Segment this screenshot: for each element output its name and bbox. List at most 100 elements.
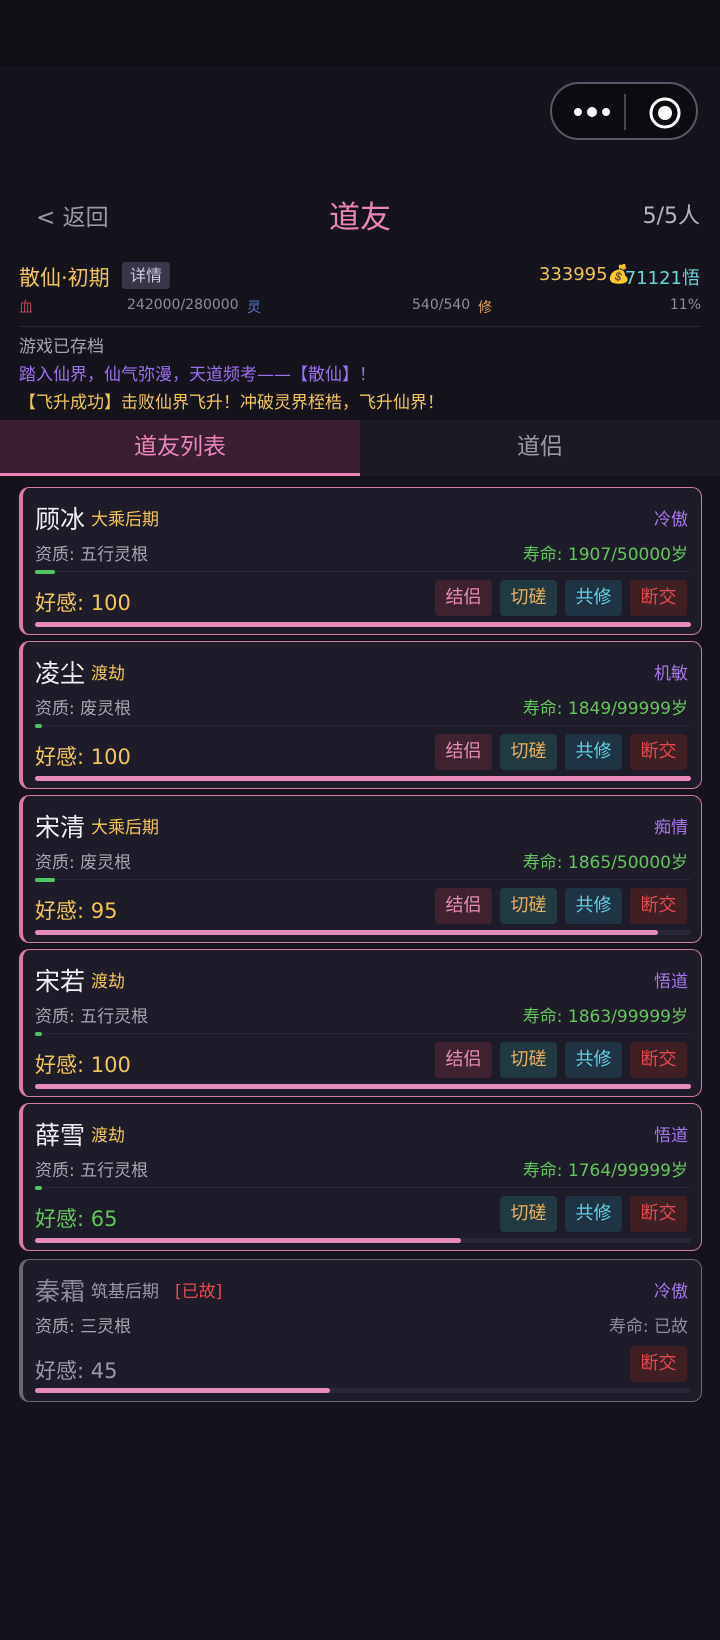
insight-points: 71121悟 [624, 268, 700, 289]
friend-hp-bar [35, 1032, 42, 1036]
friend-card: 凌尘 渡劫 机敏 资质: 废灵根 寿命: 1849/99999岁 好感: 100… [19, 641, 702, 789]
affection-bar [35, 622, 691, 627]
tab-friend-list[interactable]: 道友列表 [0, 420, 360, 476]
marry-button[interactable]: 结侣 [435, 1042, 492, 1078]
divider [35, 725, 691, 726]
marry-button[interactable]: 结侣 [435, 734, 492, 770]
spar-button[interactable]: 切磋 [500, 888, 557, 924]
friend-affection: 好感: 45 [35, 1359, 118, 1383]
friend-realm: 渡劫 [91, 664, 125, 684]
marry-button[interactable]: 结侣 [435, 888, 492, 924]
spar-button[interactable]: 切磋 [500, 1042, 557, 1078]
friend-name: 宋清 [35, 813, 86, 842]
friend-personality: 冷傲 [654, 1282, 688, 1302]
marry-button[interactable]: 结侣 [435, 580, 492, 616]
break-button[interactable]: 断交 [630, 580, 687, 616]
cocultivate-button[interactable]: 共修 [565, 1196, 622, 1232]
divider [35, 879, 691, 880]
divider [35, 1033, 691, 1034]
hp-value: 242000/280000 [127, 297, 239, 313]
friend-qualification: 资质: 五行灵根 [35, 1007, 149, 1027]
spar-button[interactable]: 切磋 [500, 1196, 557, 1232]
friend-realm: 大乘后期 [91, 510, 159, 530]
friend-name: 凌尘 [35, 659, 86, 688]
mp-value: 540/540 [412, 297, 471, 313]
log-line: 游戏已存档 [19, 337, 104, 357]
friend-affection: 好感: 65 [35, 1207, 118, 1231]
capsule-divider [624, 94, 626, 130]
cultivation-percent: 11% [669, 297, 701, 313]
friend-name: 顾冰 [35, 505, 86, 534]
xiu-label: 修 [478, 300, 492, 316]
deceased-tag: [已故] [175, 1282, 223, 1302]
break-button[interactable]: 断交 [630, 1042, 687, 1078]
friend-lifespan: 寿命: 1849/99999岁 [522, 699, 688, 719]
friend-personality: 痴情 [654, 818, 688, 838]
friend-qualification: 资质: 三灵根 [35, 1317, 132, 1337]
friend-lifespan: 寿命: 1863/99999岁 [522, 1007, 688, 1027]
friend-lifespan: 寿命: 已故 [608, 1317, 688, 1337]
friend-card: 顾冰 大乘后期 冷傲 资质: 五行灵根 寿命: 1907/50000岁 好感: … [19, 487, 702, 635]
friend-lifespan: 寿命: 1907/50000岁 [522, 545, 688, 565]
break-button[interactable]: 断交 [630, 1346, 687, 1382]
friend-qualification: 资质: 五行灵根 [35, 545, 149, 565]
break-button[interactable]: 断交 [630, 1196, 687, 1232]
ling-label: 灵 [247, 300, 261, 316]
friend-affection: 好感: 100 [35, 1053, 131, 1077]
break-button[interactable]: 断交 [630, 734, 687, 770]
tab-partner[interactable]: 道侣 [360, 420, 720, 476]
friend-hp-bar [35, 570, 55, 574]
cocultivate-button[interactable]: 共修 [565, 580, 622, 616]
friend-hp-bar [35, 878, 55, 882]
friend-personality: 悟道 [654, 1126, 688, 1146]
friend-count: 5/5人 [642, 204, 700, 229]
cocultivate-button[interactable]: 共修 [565, 1042, 622, 1078]
affection-bar [35, 930, 658, 935]
friend-personality: 冷傲 [654, 510, 688, 530]
detail-button[interactable]: 详情 [122, 262, 171, 289]
friend-realm: 筑基后期 [91, 1282, 159, 1302]
friend-personality: 悟道 [654, 972, 688, 992]
friend-qualification: 资质: 废灵根 [35, 699, 132, 719]
log-line: 踏入仙界，仙气弥漫，天道频考——【散仙】！ [19, 365, 376, 385]
spar-button[interactable]: 切磋 [500, 734, 557, 770]
affection-bar [35, 1238, 461, 1243]
player-stats: 血 242000/280000 灵 540/540 修 11% [19, 297, 701, 319]
friend-card: 薛雪 渡劫 悟道 资质: 五行灵根 寿命: 1764/99999岁 好感: 65… [19, 1103, 702, 1251]
friend-lifespan: 寿命: 1865/50000岁 [522, 853, 688, 873]
friend-realm: 渡劫 [91, 1126, 125, 1146]
friend-affection: 好感: 100 [35, 591, 131, 615]
friend-hp-bar [35, 1186, 42, 1190]
close-target-icon[interactable] [648, 96, 682, 130]
spirit-stones: 333995💰 [538, 264, 630, 285]
player-realm: 散仙·初期 [19, 266, 110, 290]
friend-name: 薛雪 [35, 1121, 86, 1150]
page-title: 道友 [329, 200, 391, 236]
divider [19, 326, 701, 327]
divider [35, 571, 691, 572]
tab-bar: 道友列表 道侣 [0, 420, 720, 476]
status-bar [0, 0, 720, 66]
affection-bar [35, 776, 691, 781]
friend-affection: 好感: 100 [35, 745, 131, 769]
friend-affection: 好感: 95 [35, 899, 118, 923]
cocultivate-button[interactable]: 共修 [565, 734, 622, 770]
more-icon[interactable] [572, 100, 612, 124]
affection-bar [35, 1388, 330, 1393]
friend-hp-bar [35, 724, 42, 728]
friend-personality: 机敏 [654, 664, 688, 684]
friend-qualification: 资质: 五行灵根 [35, 1161, 149, 1181]
friend-name: 宋若 [35, 967, 86, 996]
log-line: 【飞升成功】击败仙界飞升！冲破灵界桎梏，飞升仙界！ [19, 393, 444, 413]
blood-label: 血 [19, 300, 33, 316]
friend-realm: 渡劫 [91, 972, 125, 992]
nav-bar: < 返回 道友 5/5人 [0, 180, 720, 246]
affection-bar [35, 1084, 691, 1089]
friend-name: 秦霜 [35, 1277, 86, 1306]
friend-card: 宋清 大乘后期 痴情 资质: 废灵根 寿命: 1865/50000岁 好感: 9… [19, 795, 702, 943]
cocultivate-button[interactable]: 共修 [565, 888, 622, 924]
divider [35, 1187, 691, 1188]
friend-card: 宋若 渡劫 悟道 资质: 五行灵根 寿命: 1863/99999岁 好感: 10… [19, 949, 702, 1097]
spar-button[interactable]: 切磋 [500, 580, 557, 616]
break-button[interactable]: 断交 [630, 888, 687, 924]
